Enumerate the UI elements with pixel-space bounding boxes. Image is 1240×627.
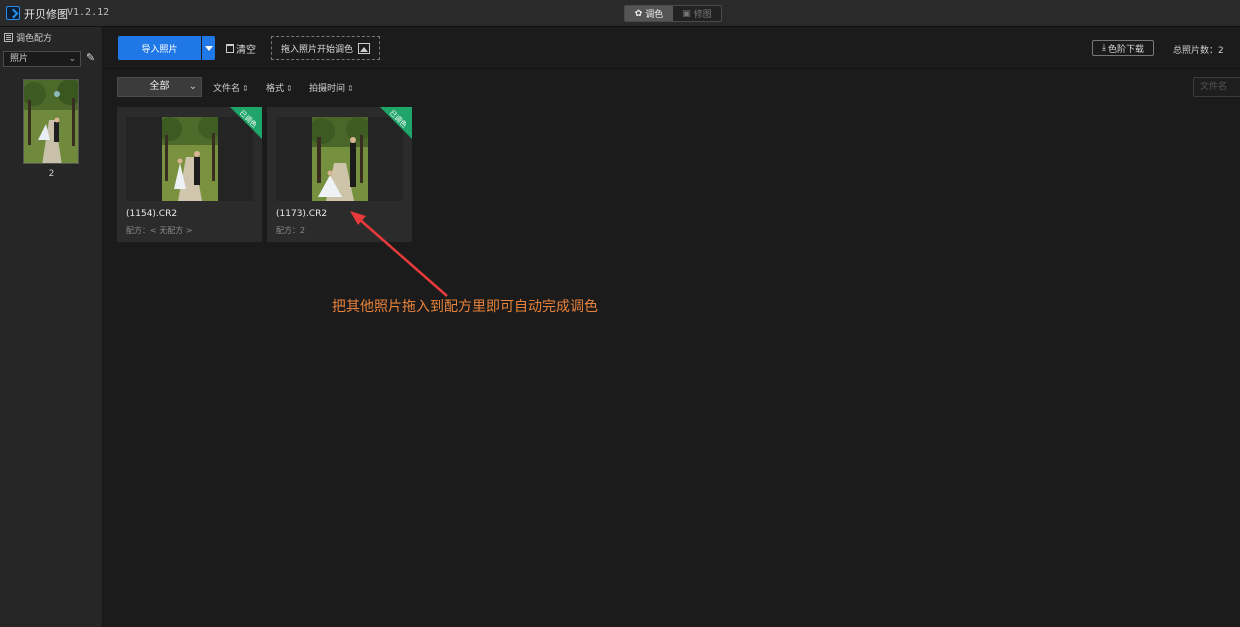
sort-by-format[interactable]: 格式 ⇕ (266, 81, 293, 94)
aperture-icon: ✿ (634, 8, 643, 19)
download-icon: ⤓ (1102, 43, 1106, 53)
sort-icon: ⇕ (286, 84, 293, 93)
sort-icon: ⇕ (242, 84, 249, 93)
photo-filename: (1173).CR2 (276, 209, 328, 219)
drag-label: 拖入照片开始调色 (280, 44, 353, 55)
sidebar-header: 调色配方 (4, 31, 52, 44)
photo-filename: (1154).CR2 (126, 209, 178, 219)
list-icon (4, 33, 13, 42)
photo-card[interactable]: 已调色 (1154).CR2 配方：< 无配方 > (117, 107, 262, 242)
tab-color-grading[interactable]: ✿ 调色 (625, 6, 673, 21)
search-input[interactable]: 文件名 (1193, 77, 1240, 97)
trash-icon (226, 44, 234, 53)
clear-label: 清空 (236, 45, 256, 56)
filter-bar: 全部 ⌄ 文件名 ⇕ 格式 ⇕ 拍摄时间 ⇕ 文件名 (103, 69, 1240, 105)
recipe-count: 2 (48, 169, 55, 179)
photo-thumbnail (162, 117, 218, 201)
photo-image (312, 117, 368, 201)
sort-icon: ⇕ (347, 84, 354, 93)
graded-badge: 已调色 (230, 107, 262, 139)
tab-retouch[interactable]: ▣ 修图 (673, 6, 721, 21)
photo-card[interactable]: 已调色 (1173).CR2 配方：2 (267, 107, 412, 242)
main-toolbar: 导入照片 清空 拖入照片开始调色 ⤓ 色阶下载 总照片数：2 (103, 27, 1240, 69)
tab-color-grading-label: 调色 (645, 10, 664, 20)
import-photos-button[interactable]: 导入照片 (118, 36, 201, 60)
image-icon: ▣ (682, 8, 691, 19)
sidebar-title: 调色配方 (16, 34, 53, 44)
graded-badge-label: 已调色 (387, 108, 409, 130)
app-logo-icon (6, 6, 20, 20)
clear-button[interactable]: 清空 (226, 41, 256, 56)
sort-filename-label: 文件名 (213, 84, 241, 94)
tab-retouch-label: 修图 (693, 10, 712, 20)
filter-value: 全部 (149, 81, 170, 92)
filter-select[interactable]: 全部 ⌄ (117, 77, 202, 97)
sort-by-capture-time[interactable]: 拍摄时间 ⇕ (309, 81, 354, 94)
drag-to-grade-button[interactable]: 拖入照片开始调色 (271, 36, 380, 60)
mode-switch: ✿ 调色 ▣ 修图 (624, 5, 722, 22)
graded-badge-label: 已调色 (237, 108, 259, 130)
photo-recipe: 配方：2 (276, 226, 306, 235)
recipe-photo (24, 80, 78, 163)
photo-thumbnail (312, 117, 368, 201)
sort-capture-time-label: 拍摄时间 (309, 84, 346, 94)
sort-by-filename[interactable]: 文件名 ⇕ (213, 81, 249, 94)
picture-icon (358, 42, 370, 54)
recipe-sidebar: 调色配方 照片 ⌄ ✎ 2 (0, 27, 103, 627)
app-title: 开贝修图 (24, 8, 68, 21)
graded-badge: 已调色 (380, 107, 412, 139)
photo-image (162, 117, 218, 201)
total-photos-count: 总照片数：2 (1173, 46, 1224, 56)
chevron-down-icon: ⌄ (188, 81, 197, 92)
download-button[interactable]: ⤓ 色阶下载 (1092, 40, 1154, 56)
annotation-text: 把其他照片拖入到配方里即可自动完成调色 (332, 299, 598, 315)
download-label: 色阶下载 (1107, 44, 1144, 55)
sort-format-label: 格式 (266, 84, 285, 94)
recipe-thumbnail[interactable] (23, 79, 79, 164)
import-dropdown-button[interactable] (202, 36, 215, 60)
title-bar: 开贝修图 V1.2.12 ✿ 调色 ▣ 修图 (0, 0, 1240, 27)
photo-recipe: 配方：< 无配方 > (126, 226, 193, 235)
edit-icon[interactable]: ✎ (86, 52, 98, 64)
recipe-type-value: 照片 (10, 54, 29, 64)
chevron-down-icon: ⌄ (68, 54, 76, 64)
app-version: V1.2.12 (67, 7, 110, 18)
recipe-type-select[interactable]: 照片 ⌄ (3, 51, 81, 67)
